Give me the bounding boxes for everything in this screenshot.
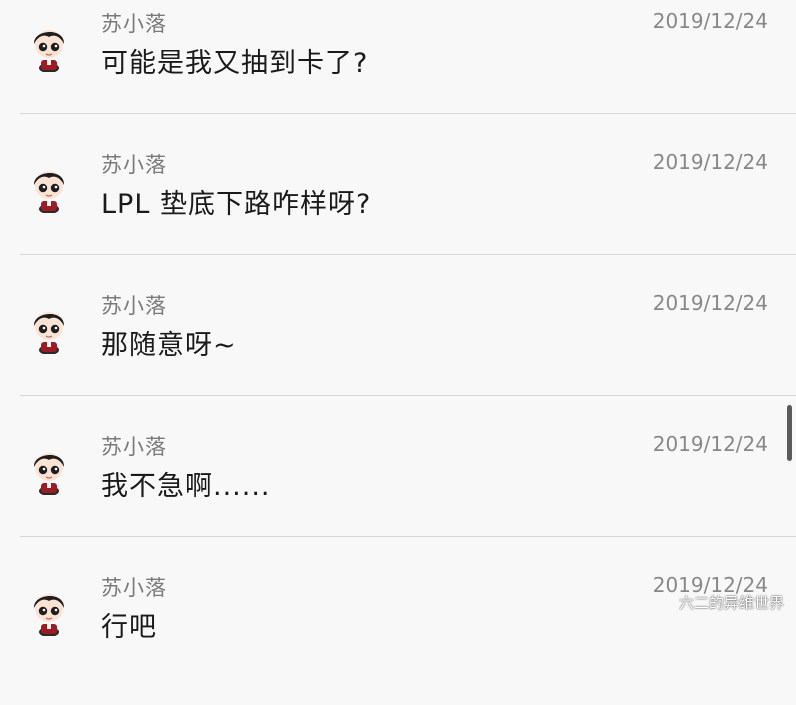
divider	[20, 536, 796, 537]
scrollbar-thumb[interactable]	[787, 405, 792, 461]
divider	[20, 254, 796, 255]
message-text: 那随意呀~	[101, 330, 237, 361]
divider	[20, 395, 796, 396]
avatar[interactable]	[28, 304, 70, 354]
message-item[interactable]: 苏小落 2019/12/24 行吧	[0, 564, 786, 705]
avatar[interactable]	[28, 445, 70, 495]
divider	[20, 113, 796, 114]
message-date: 2019/12/24	[652, 432, 768, 456]
sender-name: 苏小落	[101, 12, 167, 36]
cartoon-boy-avatar-icon	[33, 30, 65, 72]
avatar[interactable]	[28, 163, 70, 213]
message-item[interactable]: 苏小落 2019/12/24 那随意呀~	[0, 282, 786, 423]
cartoon-boy-avatar-icon	[33, 594, 65, 636]
message-date: 2019/12/24	[652, 150, 768, 174]
sender-name: 苏小落	[101, 576, 167, 600]
message-date: 2019/12/24	[652, 291, 768, 315]
message-list: 苏小落 2019/12/24 可能是我又抽到卡了? 苏小落 2019/12/24…	[0, 0, 796, 643]
sender-name: 苏小落	[101, 294, 167, 318]
sender-name: 苏小落	[101, 435, 167, 459]
message-item[interactable]: 苏小落 2019/12/24 可能是我又抽到卡了?	[0, 0, 786, 141]
message-text: 我不急啊......	[101, 471, 271, 502]
message-text: 可能是我又抽到卡了?	[101, 48, 369, 79]
message-text: 行吧	[101, 612, 157, 643]
cartoon-boy-avatar-icon	[33, 312, 65, 354]
message-item[interactable]: 苏小落 2019/12/24 LPL 垫底下路咋样呀?	[0, 141, 786, 282]
sender-name: 苏小落	[101, 153, 167, 177]
cartoon-boy-avatar-icon	[33, 453, 65, 495]
message-date: 2019/12/24	[652, 9, 768, 33]
cartoon-boy-avatar-icon	[33, 171, 65, 213]
watermark: 六二的异维世界	[678, 594, 784, 612]
avatar[interactable]	[28, 22, 70, 72]
message-item[interactable]: 苏小落 2019/12/24 我不急啊......	[0, 423, 786, 564]
avatar[interactable]	[28, 586, 70, 636]
message-text: LPL 垫底下路咋样呀?	[101, 189, 372, 220]
